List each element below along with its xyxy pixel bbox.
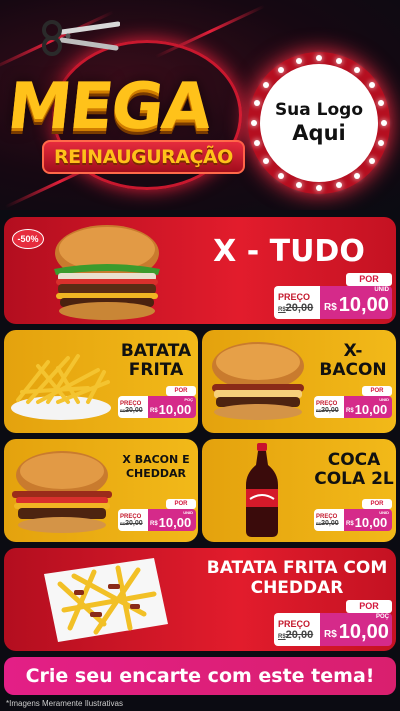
old-price: R$20,00 xyxy=(316,519,339,527)
currency: R$ xyxy=(346,408,354,414)
price-tag: POR PREÇO R$20,00 R$ 10,00 UNID xyxy=(118,499,196,531)
disclaimer-text: *Imagens Meramente Ilustrativas xyxy=(6,699,123,708)
product-card-batata-cheddar[interactable]: BATATA FRITA COM CHEDDAR POR PREÇO R$20,… xyxy=(4,548,396,651)
por-label: POR xyxy=(166,499,196,509)
unit-label: POÇ xyxy=(184,397,193,402)
product-name: COCA COLA 2L xyxy=(314,450,394,489)
unit-label: UNID xyxy=(374,287,389,293)
product-card-batata-frita[interactable]: BATATA FRITA POR PREÇO R$20,00 R$ 10,00 … xyxy=(4,330,198,433)
marquee-bulb xyxy=(377,99,384,106)
product-card-x-tudo[interactable]: -50% X - TUDO POR PREÇO R$20,00 R$ 10,00… xyxy=(4,217,396,324)
old-price: R$20,00 xyxy=(120,519,143,527)
por-label: POR xyxy=(346,600,392,613)
soda-bottle-image xyxy=(246,443,278,537)
currency: R$ xyxy=(324,302,337,313)
currency: R$ xyxy=(150,408,158,414)
marquee-bulb xyxy=(295,58,302,65)
scissors-icon xyxy=(42,20,120,56)
old-price: R$20,00 xyxy=(316,406,339,414)
unit-label: UNID xyxy=(379,397,389,402)
cta-button[interactable]: Crie seu encarte com este tema! xyxy=(4,657,396,695)
marquee-bulb xyxy=(354,172,361,179)
price-tag: POR PREÇO R$20,00 R$ 10,00 UNID xyxy=(314,386,392,418)
marquee-bulb xyxy=(354,67,361,74)
preco-label: PREÇO xyxy=(278,618,311,629)
marquee-bulb xyxy=(381,120,387,126)
marquee-bulb xyxy=(316,185,322,191)
reinauguracao-ribbon: REINAUGURAÇÃO xyxy=(42,140,245,174)
old-price: R$20,00 xyxy=(120,406,143,414)
product-name: BATATA FRITA xyxy=(120,341,192,380)
price-tag: POR PREÇO R$20,00 R$ 10,00 POÇ xyxy=(274,600,392,646)
marquee-bulb xyxy=(251,120,257,126)
marquee-bulb xyxy=(263,158,270,165)
burger-image xyxy=(12,451,112,533)
header-banner: MEGA REINAUGURAÇÃO Sua Logo Aqui xyxy=(0,0,400,210)
por-label: POR xyxy=(362,499,392,509)
fries-cheddar-image xyxy=(44,558,168,642)
marquee-bulb xyxy=(336,181,343,188)
product-name: BATATA FRITA COM CHEDDAR xyxy=(206,558,388,599)
new-price: 10,00 xyxy=(338,621,389,643)
product-card-x-bacon[interactable]: X-BACON POR PREÇO R$20,00 R$ 10,00 UNID xyxy=(202,330,396,433)
price-tag: POR PREÇO R$20,00 R$ 10,00 POÇ xyxy=(118,386,196,418)
logo-inner: Sua Logo Aqui xyxy=(260,64,378,182)
unit-label: UNID xyxy=(379,510,389,515)
logo-line-2: Aqui xyxy=(292,120,346,145)
product-card-coca-cola[interactable]: COCA COLA 2L POR PREÇO R$20,00 R$ 10,00 … xyxy=(202,439,396,542)
marquee-bulb xyxy=(295,181,302,188)
unit-label: POÇ xyxy=(375,614,389,620)
currency: R$ xyxy=(346,521,354,527)
new-price: 10,00 xyxy=(354,402,388,417)
product-name: X - TUDO xyxy=(213,234,365,269)
marquee-bulb xyxy=(254,140,261,147)
currency: R$ xyxy=(324,629,337,640)
old-price: R$20,00 xyxy=(278,301,314,314)
mega-title: MEGA xyxy=(4,70,214,144)
logo-line-1: Sua Logo xyxy=(274,100,364,121)
marquee-bulb xyxy=(336,58,343,65)
logo-placeholder[interactable]: Sua Logo Aqui xyxy=(248,52,390,194)
fries-image xyxy=(11,354,111,420)
product-name: X BACON E CHEDDAR xyxy=(122,453,190,481)
new-price: 10,00 xyxy=(158,402,192,417)
preco-label: PREÇO xyxy=(278,291,311,302)
marquee-bulb xyxy=(316,55,322,61)
por-label: POR xyxy=(166,386,196,396)
marquee-bulb xyxy=(277,67,284,74)
product-name: X-BACON xyxy=(319,341,387,380)
price-tag: POR PREÇO R$20,00 R$ 10,00 UNID xyxy=(314,499,392,531)
marquee-bulb xyxy=(368,158,375,165)
new-price: 10,00 xyxy=(354,515,388,530)
price-tag: POR PREÇO R$20,00 R$ 10,00 UNID xyxy=(274,273,392,319)
new-price: 10,00 xyxy=(158,515,192,530)
por-label: POR xyxy=(346,273,392,286)
marquee-bulb xyxy=(254,99,261,106)
burger-image xyxy=(212,342,304,420)
product-card-x-bacon-cheddar[interactable]: X BACON E CHEDDAR POR PREÇO R$20,00 R$ 1… xyxy=(4,439,198,542)
discount-badge: -50% xyxy=(12,229,44,249)
unit-label: UNID xyxy=(183,510,193,515)
old-price: R$20,00 xyxy=(278,628,314,641)
marquee-bulb xyxy=(263,81,270,88)
marquee-bulb xyxy=(277,172,284,179)
por-label: POR xyxy=(362,386,392,396)
new-price: 10,00 xyxy=(338,294,389,316)
currency: R$ xyxy=(150,521,158,527)
burger-image xyxy=(54,225,160,320)
marquee-bulb xyxy=(368,81,375,88)
marquee-bulb xyxy=(377,140,384,147)
